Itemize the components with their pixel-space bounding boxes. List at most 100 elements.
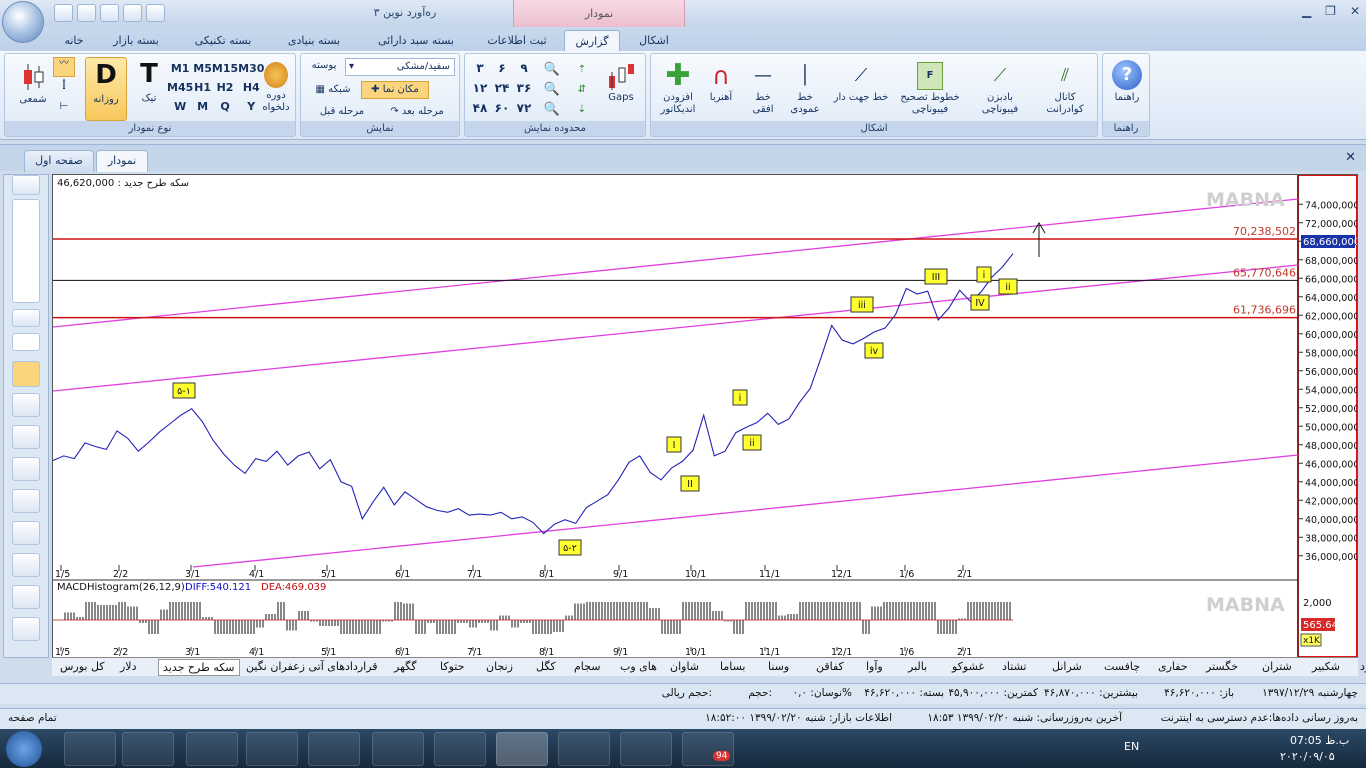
tool-pin[interactable] (12, 309, 40, 327)
symbol-tab[interactable]: قراردادهای آتی زعفران نگین (246, 659, 378, 676)
media-app[interactable] (246, 732, 298, 766)
help-button[interactable]: ? راهنما (1107, 60, 1147, 104)
tab-data-entry[interactable]: ثبت اطلاعات (482, 30, 552, 51)
symbol-tab[interactable]: بساما (720, 659, 745, 676)
symbol-tab[interactable]: چافست (1104, 659, 1140, 676)
tool-4[interactable] (12, 457, 40, 481)
close-icon[interactable]: ✕ (1350, 4, 1360, 18)
tool-5[interactable] (12, 489, 40, 513)
scroll-mid-icon[interactable]: ⇵ (569, 80, 595, 100)
close-doc-icon[interactable]: ✕ (1345, 150, 1356, 165)
print-preview-icon[interactable] (100, 4, 119, 22)
range-btn[interactable]: ۶ (491, 58, 513, 78)
symbol-tab[interactable]: کل بورس (60, 659, 105, 676)
symbol-tab[interactable]: کفاقن (816, 659, 844, 676)
period-m5[interactable]: M5 (193, 59, 212, 78)
fib-fan-button[interactable]: ⟋ بادبزن فیبوناچی (971, 62, 1029, 116)
tick-button[interactable]: T تیک (131, 57, 167, 121)
symbol-tab[interactable]: خگستر (1206, 659, 1238, 676)
symbol-tab[interactable]: سکرد (1360, 659, 1366, 676)
tool-3[interactable] (12, 425, 40, 449)
help-icon[interactable] (146, 4, 165, 22)
period-h1[interactable]: H1 (193, 78, 212, 97)
symbol-tab[interactable]: زنجان (486, 659, 513, 676)
magnet-button[interactable]: ∩ آهنربا (703, 62, 739, 104)
scroll-up-icon[interactable]: ⇡ (569, 60, 595, 80)
range-btn[interactable]: ۳۶ (513, 78, 535, 98)
tab-portfolio[interactable]: بسته سبد دارائی (368, 30, 464, 51)
bar-chart-button[interactable]: ⫿ (53, 80, 75, 98)
chrome-app[interactable] (64, 732, 116, 766)
prev-step-button[interactable]: مرحله قبل (307, 104, 377, 120)
symbol-tab[interactable]: بالبر (908, 659, 927, 676)
symbol-tab[interactable]: حتوکا (440, 659, 464, 676)
chart-app[interactable] (372, 732, 424, 766)
range-btn[interactable]: ۴۸ (469, 98, 491, 118)
tab-shapes[interactable]: اشکال (630, 30, 678, 51)
symbol-tab[interactable]: گگهر (394, 659, 416, 676)
ifc-app[interactable] (620, 732, 672, 766)
symbol-tab[interactable]: وآوا (866, 659, 883, 676)
tab-chart[interactable]: نمودار (96, 150, 148, 172)
period-m45[interactable]: M45 (167, 78, 193, 97)
symbol-tab[interactable]: کگل (536, 659, 556, 676)
custom-period-button[interactable]: دوره دلخواه (257, 62, 295, 114)
grid-button[interactable]: ▦ شبکه (307, 82, 359, 98)
telegram-app[interactable]: 94 (682, 732, 734, 766)
trend-line-button[interactable]: ⟋ خط جهت دار (831, 62, 891, 104)
tool-2[interactable] (12, 393, 40, 417)
save-icon[interactable] (54, 4, 73, 22)
range-btn[interactable]: ۷۲ (513, 98, 535, 118)
symbol-tab[interactable]: تشتاد (1002, 659, 1026, 676)
start-button[interactable] (6, 731, 42, 767)
range-btn[interactable]: ۳ (469, 58, 491, 78)
tool-8[interactable] (12, 585, 40, 609)
symbol-tab[interactable]: سجام (574, 659, 600, 676)
period-h2[interactable]: H2 (212, 78, 238, 97)
period-w[interactable]: W (167, 97, 193, 116)
symbol-tab[interactable]: دلار (120, 659, 136, 676)
period-m15[interactable]: M15 (212, 59, 238, 78)
tool-7[interactable] (12, 553, 40, 577)
period-m[interactable]: M (193, 97, 212, 116)
print-icon[interactable] (77, 4, 96, 22)
symbol-tab[interactable]: غشوکو (952, 659, 984, 676)
app-menu-button[interactable] (2, 1, 44, 43)
tab-technical[interactable]: بسته تکنیکی (186, 30, 260, 51)
tab-fundamental[interactable]: بسته بنیادی (278, 30, 350, 51)
line-chart-button[interactable]: 〰 (53, 57, 75, 77)
add-indicator-button[interactable]: ✚ افزودن اندیکاتور (655, 61, 701, 116)
fib-retracement-button[interactable]: F خطوط تصحیح فیبوناچی (895, 62, 965, 116)
restore-icon[interactable]: ❐ (1325, 4, 1336, 18)
tool-1[interactable] (12, 361, 40, 387)
skin-select[interactable]: سفید/مشکی ▾ (345, 58, 455, 76)
clock-time[interactable]: 07:05 ب.ظ (1290, 734, 1349, 747)
firefox-app[interactable] (434, 732, 486, 766)
step-chart-button[interactable]: ⊢ (53, 101, 75, 119)
symbol-tab[interactable]: شاوان (670, 659, 699, 676)
price-chart[interactable]: 70,238,502 65,770,646 61,736,696 74,000,00… (52, 174, 1360, 658)
tool-list[interactable] (12, 199, 40, 303)
tab-report[interactable]: گزارش (564, 30, 620, 51)
rahavard-app[interactable] (496, 732, 548, 766)
table-icon[interactable] (123, 4, 142, 22)
vertical-line-button[interactable]: │ خط عمودی (787, 62, 823, 116)
symbol-tab[interactable]: سکه طرح جدید (158, 659, 240, 676)
minimize-icon[interactable]: ▁ (1302, 4, 1311, 18)
scroll-down-icon[interactable]: ⇣ (569, 100, 595, 120)
zoom-out-icon[interactable]: 🔍 (541, 80, 563, 100)
next-step-button[interactable]: ↷ مرحله بعد (381, 104, 453, 120)
tab-first-page[interactable]: صفحه اول (24, 150, 94, 172)
gaps-button[interactable]: Gaps (601, 62, 641, 104)
zoom-in-icon[interactable]: 🔍 (541, 60, 563, 80)
player-app[interactable] (186, 732, 238, 766)
explorer-app[interactable] (122, 732, 174, 766)
tool-9[interactable] (12, 617, 40, 641)
cursor-button[interactable]: ✚ مکان نما (361, 81, 429, 99)
tab-home[interactable]: خانه (56, 30, 92, 51)
symbol-tab[interactable]: شرانل (1052, 659, 1082, 676)
range-btn[interactable]: ۲۴ (491, 78, 513, 98)
excel-app[interactable] (308, 732, 360, 766)
symbol-tab[interactable]: های وب (620, 659, 657, 676)
horizontal-line-button[interactable]: — خط افقی (745, 62, 781, 116)
